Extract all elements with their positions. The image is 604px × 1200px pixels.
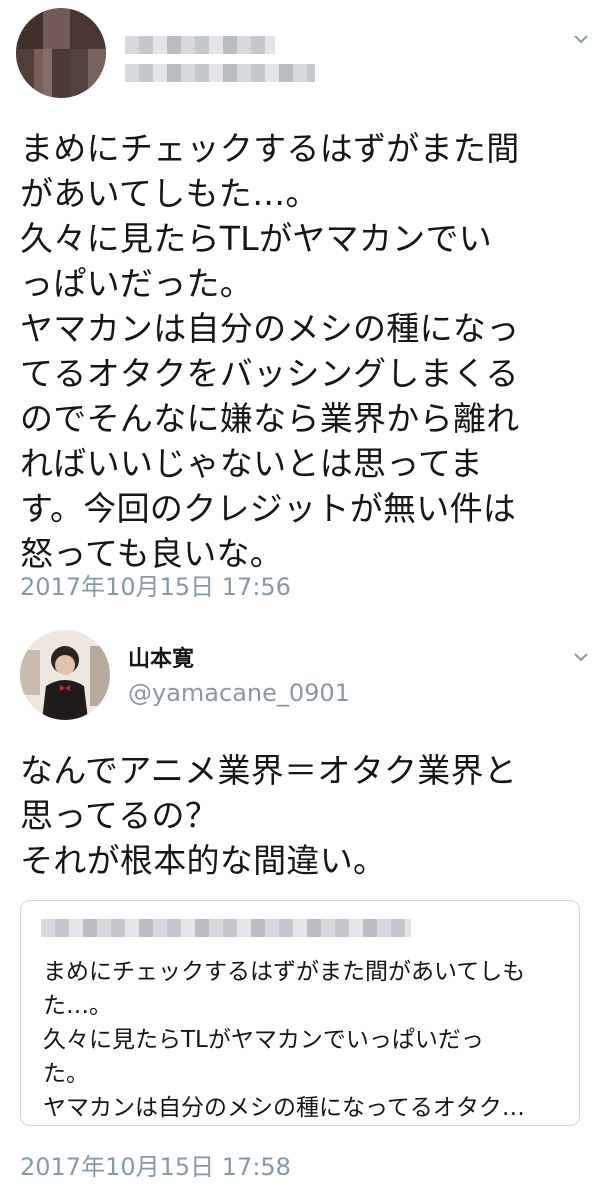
chevron-down-icon[interactable]: [574, 652, 588, 664]
tweet-1[interactable]: まめにチェックするはずがまた間 があいてしもた…。 久々に見たらTLがヤマカンで…: [0, 0, 604, 618]
tweet-2[interactable]: 山本寛 @yamacane_0901 なんでアニメ業界＝オタク業界と 思ってるの…: [0, 618, 604, 1200]
display-name[interactable]: 山本寛: [128, 646, 194, 674]
avatar[interactable]: [16, 8, 106, 98]
tweet-text: なんでアニメ業界＝オタク業界と 思ってるの？ それが根本的な間違い。: [20, 751, 518, 880]
tweet-timestamp[interactable]: 2017年10月15日 17:58: [20, 1152, 291, 1182]
blurred-display-name: [125, 36, 275, 54]
quoted-tweet[interactable]: まめにチェックするはずがまた間があいてしも た…。 久々に見たらTLがヤマカンで…: [20, 900, 580, 1126]
blurred-handle: [125, 64, 315, 82]
blurred-quoted-author: [41, 919, 411, 937]
user-handle[interactable]: @yamacane_0901: [128, 678, 350, 708]
tweet-timestamp[interactable]: 2017年10月15日 17:56: [20, 572, 291, 602]
quoted-tweet-text: まめにチェックするはずがまた間があいてしも た…。 久々に見たらTLがヤマカンで…: [43, 959, 526, 1121]
tweet-text: まめにチェックするはずがまた間 があいてしもた…。 久々に見たらTLがヤマカンで…: [20, 129, 520, 573]
profile-photo-icon: [20, 630, 110, 720]
chevron-down-icon[interactable]: [574, 34, 588, 46]
avatar[interactable]: [20, 630, 110, 720]
